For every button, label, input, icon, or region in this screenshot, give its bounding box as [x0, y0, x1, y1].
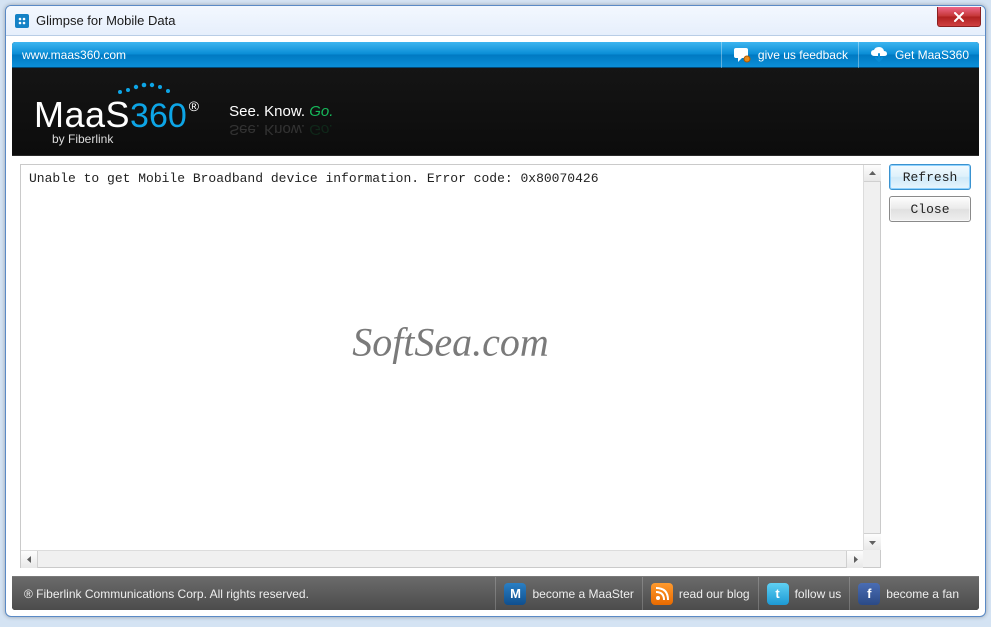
footer: ® Fiberlink Communications Corp. All rig… — [12, 576, 979, 610]
titlebar: Glimpse for Mobile Data — [6, 6, 985, 36]
logo-text-maas: MaaS — [34, 94, 130, 136]
window-title: Glimpse for Mobile Data — [36, 13, 175, 28]
logo-byline: by Fiberlink — [52, 132, 113, 146]
scroll-right-icon[interactable] — [846, 551, 863, 568]
twitter-icon: t — [767, 583, 789, 605]
blog-link[interactable]: read our blog — [651, 583, 750, 605]
facebook-icon: f — [858, 583, 880, 605]
website-link[interactable]: www.maas360.com — [22, 48, 126, 62]
feedback-icon — [732, 46, 752, 64]
get-maas360-link[interactable]: Get MaaS360 — [869, 46, 969, 64]
app-icon — [14, 13, 30, 29]
vertical-scrollbar[interactable] — [863, 165, 880, 550]
scroll-corner — [863, 550, 880, 567]
close-button[interactable]: Close — [889, 196, 971, 222]
cloud-download-icon — [869, 46, 889, 64]
side-buttons: Refresh Close — [889, 164, 971, 568]
feedback-link[interactable]: give us feedback — [732, 46, 848, 64]
scroll-up-icon[interactable] — [864, 165, 881, 182]
window-close-button[interactable] — [937, 7, 981, 27]
topbar: www.maas360.com give us feedback Get Maa… — [12, 42, 979, 68]
feedback-label: give us feedback — [758, 48, 848, 62]
logo-text-360: 360 — [130, 97, 187, 136]
become-maaster-link[interactable]: M become a MaaSter — [504, 583, 633, 605]
logo: MaaS360® by Fiberlink — [34, 78, 199, 146]
registered-mark: ® — [189, 98, 199, 114]
rss-icon — [651, 583, 673, 605]
scroll-down-icon[interactable] — [864, 533, 881, 550]
horizontal-scrollbar[interactable] — [21, 550, 863, 567]
inner-frame: www.maas360.com give us feedback Get Maa… — [12, 42, 979, 610]
scroll-left-icon[interactable] — [21, 551, 38, 568]
brandbar: MaaS360® by Fiberlink See. Know. Go. See… — [12, 68, 979, 156]
app-window: Glimpse for Mobile Data www.maas360.com … — [5, 5, 986, 617]
content-area: Unable to get Mobile Broadband device in… — [12, 156, 979, 576]
output-pane: Unable to get Mobile Broadband device in… — [20, 164, 881, 568]
twitter-link[interactable]: t follow us — [767, 583, 842, 605]
tagline: See. Know. Go. See. Know. Go. — [229, 103, 333, 120]
copyright: ® Fiberlink Communications Corp. All rig… — [24, 587, 309, 601]
facebook-link[interactable]: f become a fan — [858, 583, 959, 605]
maaster-icon: M — [504, 583, 526, 605]
close-icon — [953, 12, 965, 22]
refresh-button[interactable]: Refresh — [889, 164, 971, 190]
error-text[interactable]: Unable to get Mobile Broadband device in… — [21, 165, 863, 550]
get-maas360-label: Get MaaS360 — [895, 48, 969, 62]
